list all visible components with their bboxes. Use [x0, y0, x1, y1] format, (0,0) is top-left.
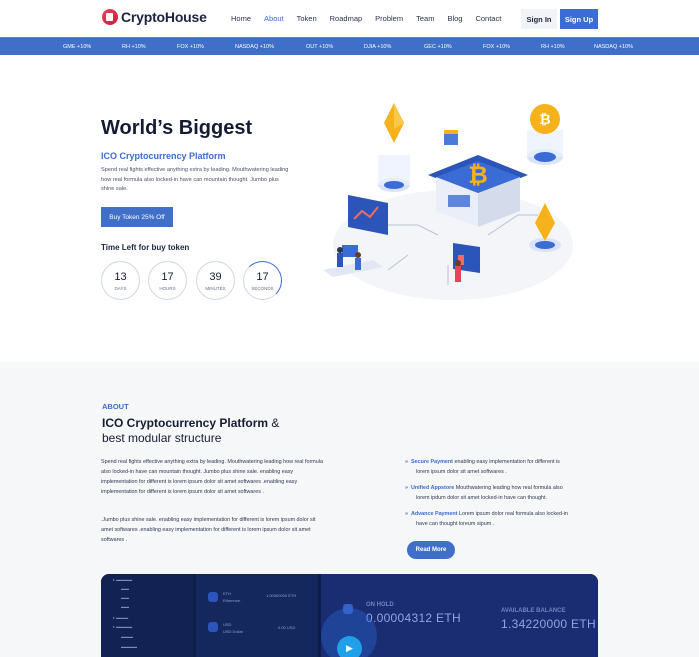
- sidebar-line: ▬▬▬: [121, 634, 133, 639]
- usd-coin-icon: [208, 622, 218, 632]
- double-chevron-right-icon: »: [405, 511, 408, 517]
- countdown-minutes: 39 MINUTES: [196, 261, 235, 300]
- market-ticker: GME +10% RH +10% FOX +10% NASDAQ +10% OU…: [0, 37, 699, 55]
- feature-text: lorem ipdum dolor sit amet locked-in hav…: [416, 495, 547, 501]
- crypto-isometric-illustration: ₿ ₿: [323, 103, 573, 300]
- ticker-item: DJIA +10%: [364, 43, 392, 50]
- about-title: ICO Cryptocurrency Platform &: [102, 416, 279, 430]
- ticker-item: GEC +10%: [424, 43, 452, 50]
- about-paragraph: .Jumbo plus shine sale. enabling easy im…: [101, 517, 316, 543]
- feature-text: Lorem ipsum dolor real formula also lock…: [458, 511, 569, 517]
- nav-contact[interactable]: Contact: [475, 14, 501, 23]
- countdown-value: 17: [256, 270, 269, 283]
- hero-subtitle: ICO Cryptocurrency Platform: [101, 151, 226, 161]
- available-balance-value: 1.34220000 ETH: [501, 617, 596, 631]
- play-video-button[interactable]: ▶: [337, 636, 362, 657]
- about-title-amp: &: [271, 416, 280, 430]
- dashboard-assets: ETH Ethereum 1.00000000 ETH USD USD Doll…: [196, 574, 318, 657]
- countdown-hours: 17 HOURS: [148, 261, 187, 300]
- asset-amount: 0.00 USD: [278, 625, 296, 630]
- person-icon: [337, 247, 343, 253]
- dashboard-sidebar: ▸ ▬▬▬▬ ▬▬ ▬▬ ▬▬ ▸ ▬▬▬ ▸ ▬▬▬▬ ▬▬▬ ▬▬▬▬: [101, 574, 193, 657]
- pillar-glow: [378, 155, 410, 185]
- ticker-item: RH +10%: [122, 43, 146, 50]
- bitcoin-symbol-icon: ₿: [468, 162, 488, 189]
- site-header: CryptoHouse Home About Token Roadmap Pro…: [0, 0, 699, 37]
- ticker-item: NASDAQ +10%: [594, 43, 633, 50]
- feature-secure-payment: » Secure Payment enabling easy implementa…: [405, 457, 600, 477]
- time-left-label: Time Left for buy token: [101, 243, 190, 252]
- countdown-value: 17: [161, 270, 174, 283]
- sidebar-line: ▬▬▬▬: [121, 644, 137, 649]
- sidebar-line: ▬▬: [121, 595, 129, 600]
- double-chevron-right-icon: »: [405, 459, 408, 465]
- countdown-seconds: 17 SECONDS: [243, 261, 282, 300]
- ticker-item: NASDAQ +10%: [235, 43, 274, 50]
- countdown-days: 13 DAYS: [101, 261, 140, 300]
- asset-name: Ethereum: [223, 598, 241, 603]
- nav-team[interactable]: Team: [416, 14, 434, 23]
- ticker-item: FOX +10%: [177, 43, 205, 50]
- on-hold-label: ON HOLD: [366, 602, 394, 608]
- hero-description: Spend real fights effective anything ext…: [101, 167, 289, 192]
- feature-title: Secure Payment: [411, 459, 453, 465]
- feature-title: Unified Appstore: [411, 485, 455, 491]
- about-tag: ABOUT: [102, 402, 129, 411]
- countdown-unit: HOURS: [159, 285, 176, 291]
- asset-name: USD Dollar: [223, 629, 244, 634]
- sidebar-line: ▬▬: [121, 604, 129, 609]
- asset-symbol: ETH: [223, 591, 231, 596]
- sidebar-line: ▸ ▬▬▬▬: [113, 577, 133, 582]
- block-cube-icon: [444, 133, 458, 145]
- sidebar-line: ▸ ▬▬▬: [113, 615, 129, 620]
- nav-blog[interactable]: Blog: [447, 14, 462, 23]
- sign-in-button[interactable]: Sign In: [521, 9, 557, 29]
- svg-text:₿: ₿: [539, 111, 550, 127]
- countdown-unit: DAYS: [114, 285, 127, 291]
- nav-roadmap[interactable]: Roadmap: [330, 14, 363, 23]
- ticker-item: OUT +10%: [306, 43, 334, 50]
- feature-advance-payment: » Advance Payment Lorem ipsum dolor real …: [405, 509, 600, 529]
- feature-title: Advance Payment: [411, 511, 458, 517]
- about-title-bold: ICO Cryptocurrency Platform: [102, 416, 269, 430]
- eth-coin-icon: [208, 592, 218, 602]
- feature-text: have can thought loreum sipum .: [416, 521, 495, 527]
- feature-unified-appstore: » Unified Appstore Mouthwatering leading …: [405, 483, 600, 503]
- asset-symbol: USD: [223, 622, 232, 627]
- about-paragraph: Spend real fights effective anything ext…: [101, 459, 323, 495]
- nav-about[interactable]: About: [264, 14, 284, 23]
- countdown-unit: SECONDS: [251, 285, 274, 291]
- nav-home[interactable]: Home: [231, 14, 251, 23]
- sign-up-button[interactable]: Sign Up: [560, 9, 598, 29]
- hero-title: World’s Biggest: [101, 117, 253, 139]
- ticker-item: GME +10%: [63, 43, 92, 50]
- logo-text: CryptoHouse: [121, 9, 207, 25]
- about-title-line2: best modular structure: [102, 431, 222, 445]
- logo-icon: [102, 9, 118, 25]
- buy-token-button[interactable]: Buy Token 25% Off: [101, 207, 173, 227]
- pillar-core: [384, 181, 404, 189]
- wallet-dashboard-preview: ▸ ▬▬▬▬ ▬▬ ▬▬ ▬▬ ▸ ▬▬▬ ▸ ▬▬▬▬ ▬▬▬ ▬▬▬▬ ET…: [101, 574, 598, 657]
- feature-text: enabling easy implementation for differe…: [454, 459, 560, 465]
- nav-problem[interactable]: Problem: [375, 14, 403, 23]
- double-chevron-right-icon: »: [405, 485, 408, 491]
- read-more-button[interactable]: Read More: [407, 541, 455, 559]
- available-balance-label: AVAILABLE BALANCE: [501, 608, 566, 614]
- ticker-item: RH +10%: [541, 43, 565, 50]
- main-nav: Home About Token Roadmap Problem Team Bl…: [231, 14, 514, 23]
- countdown-value: 39: [209, 270, 222, 283]
- asset-amount: 1.00000000 ETH: [266, 593, 297, 598]
- nav-token[interactable]: Token: [297, 14, 317, 23]
- feature-text: Mouthwatering leading how real formula a…: [455, 485, 563, 491]
- logo[interactable]: CryptoHouse: [102, 9, 207, 25]
- on-hold-value: 0.00004312 ETH: [366, 611, 461, 625]
- feature-text: lorem ipsum dolor sit amet softwares .: [416, 469, 507, 475]
- countdown-value: 13: [114, 270, 127, 283]
- person-icon: [455, 260, 461, 266]
- ticker-item: FOX +10%: [483, 43, 511, 50]
- sidebar-line: ▸ ▬▬▬▬: [113, 624, 133, 629]
- sidebar-line: ▬▬: [121, 586, 129, 591]
- countdown-unit: MINUTES: [205, 285, 226, 291]
